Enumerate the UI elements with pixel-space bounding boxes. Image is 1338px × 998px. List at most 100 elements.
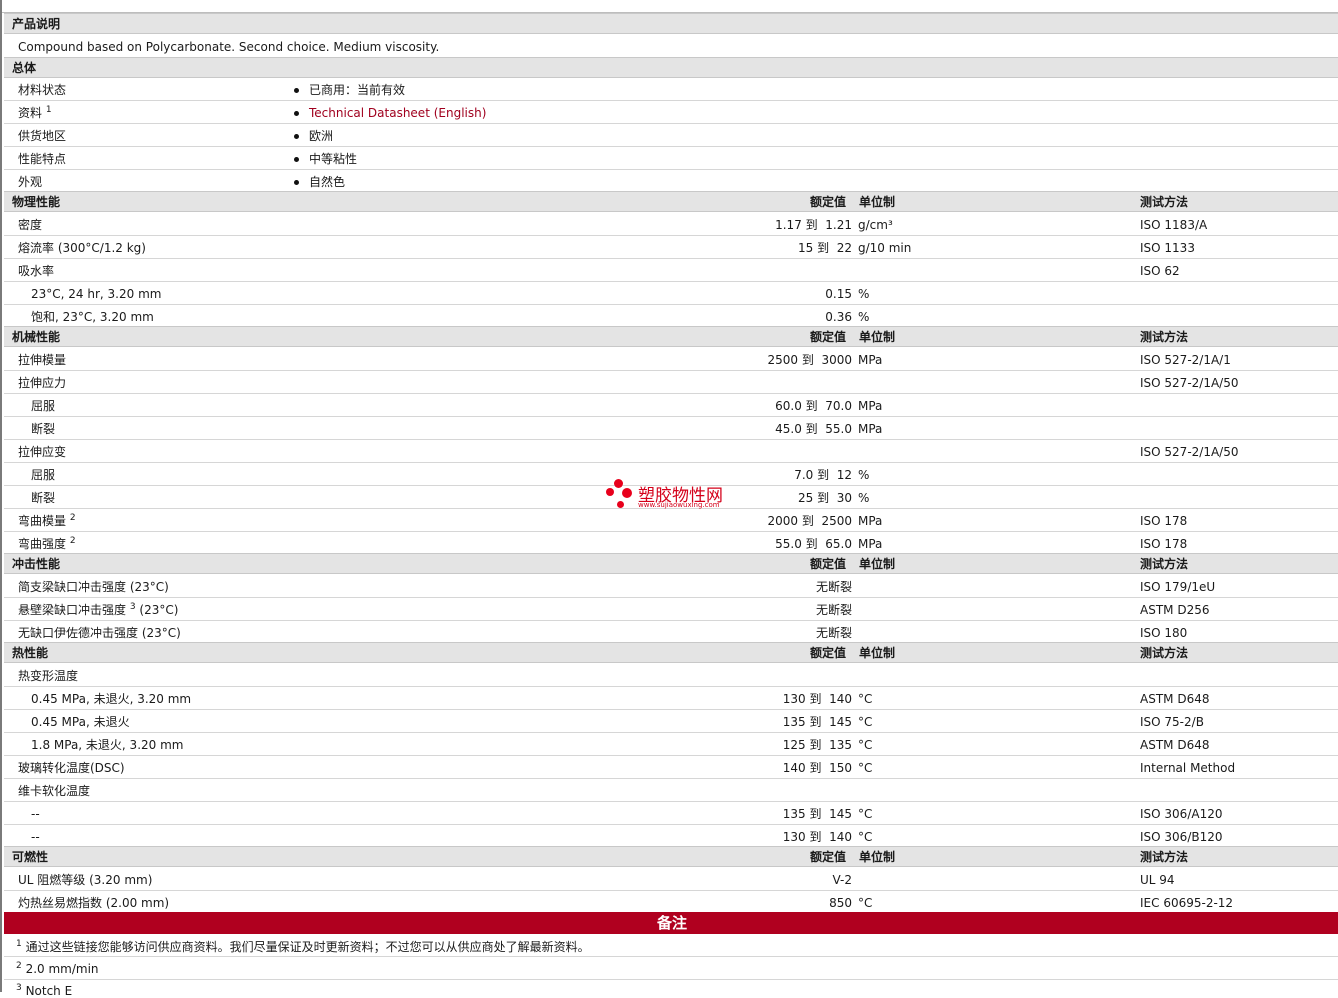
section-title: 可燃性	[12, 850, 49, 864]
row-label: 资料 1	[18, 105, 52, 121]
technical-datasheet-link[interactable]: Technical Datasheet (English)	[309, 106, 486, 120]
logo-dot	[622, 488, 632, 498]
unit-value: MPa	[858, 353, 883, 367]
general-row-feature: 性能特点 中等粘性	[4, 147, 1338, 170]
property-label: --	[31, 830, 40, 844]
bullet-icon	[294, 157, 299, 162]
header-nominal: 额定值	[810, 330, 847, 344]
bullet-icon	[294, 111, 299, 116]
note-text: 2 2.0 mm/min	[16, 961, 99, 977]
test-method: UL 94	[1140, 873, 1175, 887]
row-value: 自然色	[309, 175, 346, 189]
header-nominal: 额定值	[810, 646, 847, 660]
mechanical-row: 断裂 45.0 到 55.0 MPa	[4, 417, 1338, 440]
nominal-value: 0.36	[825, 310, 852, 324]
header-unit: 单位制	[859, 850, 896, 864]
test-method: ISO 180	[1140, 626, 1188, 640]
nominal-value: 140 到 150	[782, 761, 852, 775]
property-label: 灼热丝易燃指数 (2.00 mm)	[18, 896, 170, 910]
property-label: 简支梁缺口冲击强度 (23°C)	[18, 580, 169, 594]
note-2: 2 2.0 mm/min	[4, 957, 1338, 980]
test-method: ISO 75-2/B	[1140, 715, 1204, 729]
mechanical-row: 拉伸应力 ISO 527-2/1A/50	[4, 371, 1338, 394]
property-label: 0.45 MPa, 未退火	[31, 715, 130, 729]
test-method: ISO 527-2/1A/50	[1140, 376, 1239, 390]
unit-value: °C	[858, 830, 873, 844]
property-label: 吸水率	[18, 264, 55, 278]
header-unit: 单位制	[859, 646, 896, 660]
property-label: 熔流率 (300°C/1.2 kg)	[18, 241, 146, 255]
test-method: ASTM D256	[1140, 603, 1210, 617]
physical-row: 23°C, 24 hr, 3.20 mm 0.15%	[4, 282, 1338, 305]
physical-row: 熔流率 (300°C/1.2 kg) 15 到 22 g/10 min ISO 113…	[4, 236, 1338, 259]
property-label: 弯曲模量 2	[18, 513, 76, 529]
unit-value: °C	[858, 807, 873, 821]
section-mechanical: 机械性能 额定值 单位制 测试方法	[4, 326, 1338, 347]
thermal-row: -- 130 到 140 °C ISO 306/B120	[4, 825, 1338, 848]
notes-header: 备注	[4, 912, 1338, 934]
mechanical-row: 弯曲模量 2 2000 到 2500 MPa ISO 178	[4, 509, 1338, 532]
unit-value: MPa	[858, 537, 883, 551]
header-method: 测试方法	[1140, 646, 1189, 660]
datasheet: 产品说明 Compound based on Polycarbonate. Se…	[0, 0, 1338, 998]
impact-row: 悬壁梁缺口冲击强度 3 (23°C) 无断裂 ASTM D256	[4, 598, 1338, 621]
general-row-appearance: 外观 自然色	[4, 170, 1338, 193]
nominal-value: 25 到 30	[798, 491, 852, 505]
test-method: ASTM D648	[1140, 738, 1210, 752]
nominal-value: 135 到 145	[782, 807, 852, 821]
header-nominal: 额定值	[810, 195, 847, 209]
nominal-value: 无断裂	[815, 603, 852, 617]
note-3: 3 Notch E	[4, 980, 1338, 998]
property-label: 玻璃转化温度(DSC)	[18, 761, 125, 775]
header-method: 测试方法	[1140, 557, 1189, 571]
thermal-row: 维卡软化温度	[4, 779, 1338, 802]
section-general: 总体	[4, 57, 1338, 78]
property-label: 悬壁梁缺口冲击强度 3 (23°C)	[18, 602, 179, 618]
test-method: ISO 1183/A	[1140, 218, 1208, 232]
test-method: Internal Method	[1140, 761, 1236, 775]
property-label: 断裂	[31, 491, 56, 505]
nominal-value: 130 到 140	[782, 830, 852, 844]
test-method: ASTM D648	[1140, 692, 1210, 706]
note-1: 1 通过这些链接您能够访问供应商资料。我们尽量保证及时更新资料；不过您可以从供应…	[4, 934, 1338, 957]
unit-value: MPa	[858, 399, 883, 413]
nominal-value: 130 到 140	[782, 692, 852, 706]
property-label: 0.45 MPa, 未退火, 3.20 mm	[31, 692, 192, 706]
property-label: 拉伸应力	[18, 376, 67, 390]
impact-row: 无缺口伊佐德冲击强度 (23°C) 无断裂 ISO 180	[4, 621, 1338, 644]
property-label: 弯曲强度 2	[18, 536, 76, 552]
nominal-value: 1.17 到 1.21	[775, 218, 852, 232]
unit-value: °C	[858, 761, 873, 775]
test-method: ISO 306/B120	[1140, 830, 1223, 844]
section-title: 物理性能	[12, 195, 61, 209]
property-label: 断裂	[31, 422, 56, 436]
test-method: IEC 60695-2-12	[1140, 896, 1234, 910]
row-label: 材料状态	[18, 83, 67, 97]
note-text: 3 Notch E	[16, 983, 73, 998]
section-title: 机械性能	[12, 330, 61, 344]
property-label: 屈服	[31, 468, 56, 482]
row-value: 已商用：当前有效	[309, 83, 406, 97]
thermal-row: 1.8 MPa, 未退火, 3.20 mm 125 到 135 °C ASTM D64…	[4, 733, 1338, 756]
unit-value: °C	[858, 715, 873, 729]
general-row-docs: 资料 1 Technical Datasheet (English)	[4, 101, 1338, 124]
nominal-value: 135 到 145	[782, 715, 852, 729]
unit-value: MPa	[858, 422, 883, 436]
mechanical-row: 弯曲强度 2 55.0 到 65.0 MPa ISO 178	[4, 532, 1338, 555]
unit-value: MPa	[858, 514, 883, 528]
section-physical: 物理性能 额定值 单位制 测试方法	[4, 191, 1338, 212]
nominal-value: 45.0 到 55.0	[775, 422, 852, 436]
property-label: 屈服	[31, 399, 56, 413]
section-thermal: 热性能 额定值 单位制 测试方法	[4, 642, 1338, 663]
test-method: ISO 306/A120	[1140, 807, 1223, 821]
test-method: ISO 527-2/1A/1	[1140, 353, 1231, 367]
thermal-row: 0.45 MPa, 未退火 135 到 145 °C ISO 75-2/B	[4, 710, 1338, 733]
property-label: 拉伸应变	[18, 445, 67, 459]
row-value: 欧洲	[309, 129, 334, 143]
property-label: 23°C, 24 hr, 3.20 mm	[31, 287, 162, 301]
unit-value: g/cm³	[858, 218, 893, 232]
section-flammability: 可燃性 额定值 单位制 测试方法	[4, 846, 1338, 867]
mechanical-row: 拉伸模量 2500 到 3000 MPa ISO 527-2/1A/1	[4, 348, 1338, 371]
test-method: ISO 527-2/1A/50	[1140, 445, 1239, 459]
general-row-status: 材料状态 已商用：当前有效	[4, 78, 1338, 101]
